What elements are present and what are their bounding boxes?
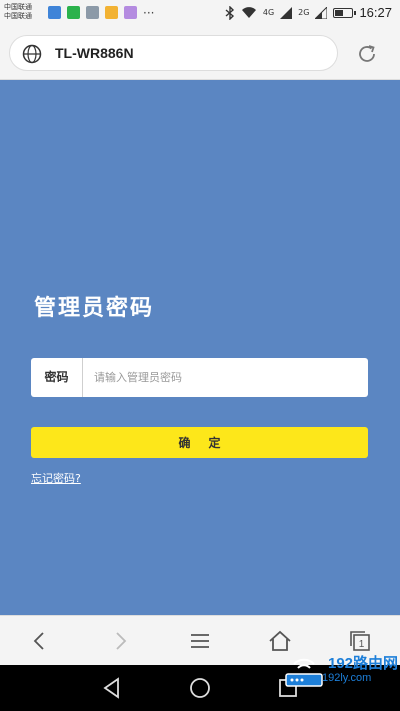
carrier-text: 中国联通 中国联通 [4, 3, 32, 21]
globe-icon [22, 44, 42, 64]
signal-icon [280, 6, 293, 19]
page-title: 管理员密码 [34, 295, 155, 321]
nav-home-icon[interactable] [188, 676, 212, 700]
forgot-password-link[interactable]: 忘记密码? [31, 470, 81, 486]
tab-count: 1 [359, 639, 365, 650]
clock: 16:27 [359, 5, 392, 20]
password-field-row: 密码 [31, 358, 368, 397]
battery-fill [335, 9, 344, 16]
nav-back-icon[interactable] [100, 676, 124, 700]
network-label-4g: 4G [262, 8, 275, 17]
watermark-url: 192ly.com [322, 672, 372, 684]
notification-icons: ··· [48, 6, 154, 19]
network-label-2g: 2G [298, 8, 310, 17]
forward-icon[interactable] [107, 628, 133, 654]
watermark-title: 192路由网 [328, 655, 399, 672]
confirm-button[interactable]: 确定 [31, 427, 368, 458]
bluetooth-icon [225, 5, 234, 20]
carrier-line-1: 中国联通 [4, 3, 32, 11]
router-logo-icon [285, 658, 323, 687]
password-label: 密码 [31, 358, 83, 397]
wifi-icon [241, 6, 256, 18]
address-bar[interactable]: TL-WR886N [9, 35, 338, 71]
carrier-line-2: 中国联通 [4, 12, 32, 20]
more-notifications-icon: ··· [143, 5, 155, 20]
address-bar-area: TL-WR886N [0, 28, 400, 80]
battery-icon [333, 7, 357, 18]
system-icons: 4G 2G 16:27 [225, 5, 392, 20]
notification-app-icon [48, 6, 61, 19]
password-input[interactable] [84, 358, 366, 397]
menu-icon[interactable] [187, 628, 213, 654]
gallery-icon [86, 6, 99, 19]
signal-icon [315, 6, 328, 19]
watermark: 192路由网 192ly.com [282, 650, 400, 692]
url-text[interactable]: TL-WR886N [55, 45, 134, 61]
notification-app-icon [124, 6, 137, 19]
status-bar: 中国联通 中国联通 ··· 4G 2G 16:27 [0, 0, 400, 28]
wechat-icon [67, 6, 80, 19]
notification-app-icon [105, 6, 118, 19]
reload-icon[interactable] [355, 42, 379, 66]
back-icon[interactable] [27, 628, 53, 654]
